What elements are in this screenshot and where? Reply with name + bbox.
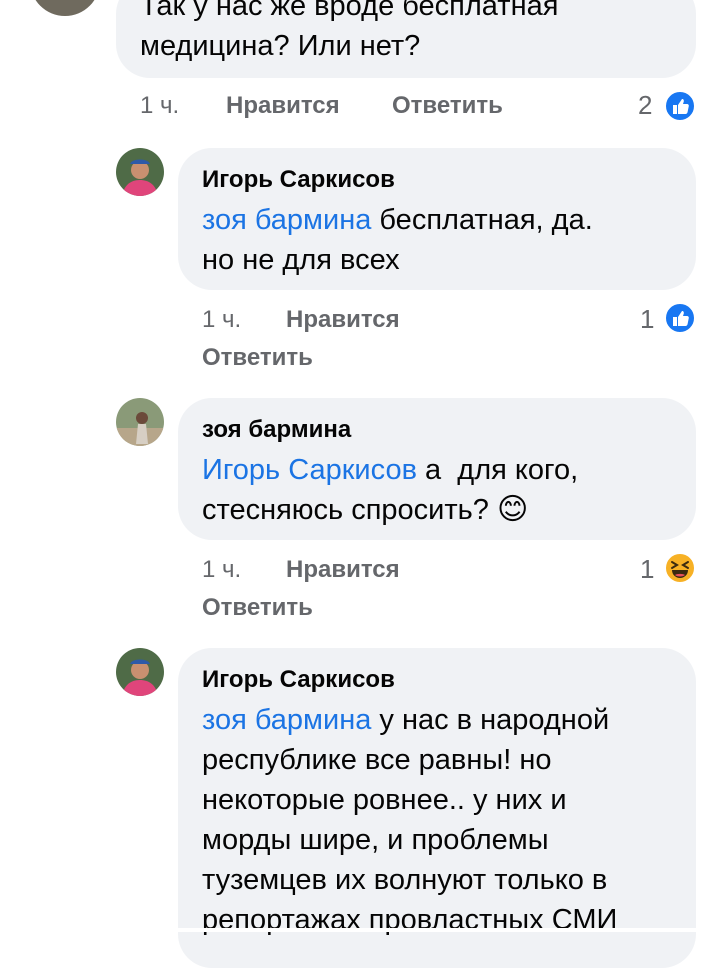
reaction-count[interactable]: 1 (640, 554, 654, 585)
avatar-image (116, 398, 164, 446)
avatar[interactable] (116, 148, 164, 196)
divider (0, 928, 720, 932)
mention-link[interactable]: Игорь Саркисов (202, 454, 417, 486)
comment-author[interactable]: Игорь Саркисов (202, 666, 395, 694)
comment-text-line: стесняюсь спросить? 😊 (202, 490, 682, 530)
comment-text-line: морды шире, и проблемы (202, 824, 549, 856)
comment-text-fragment: а для кого, (416, 454, 579, 486)
avatar[interactable] (116, 398, 164, 446)
comment-text-fragment: у нас в народной (371, 704, 610, 736)
comment-text: Игорь Саркисов а для кого, стесняюсь спр… (202, 450, 682, 530)
comment-author[interactable]: зоя бармина (202, 416, 351, 444)
like-button[interactable]: Нравится (286, 556, 400, 584)
comment-text: зоя бармина бесплатная, да. но не для вс… (202, 200, 682, 280)
avatar-image (116, 148, 164, 196)
comment-text: Так у нас же вроде бесплатная медицина? … (140, 0, 680, 66)
avatar-image (116, 648, 164, 696)
reaction-count[interactable]: 1 (640, 304, 654, 335)
comment-text-line: туземцев их волнуют только в (202, 864, 608, 896)
mention-link[interactable]: зоя бармина (202, 704, 371, 736)
comment-text-line: Так у нас же вроде бесплатная (140, 0, 559, 22)
comment-text-line: зоя бармина у нас в народной (202, 700, 682, 740)
avatar[interactable] (116, 648, 164, 696)
smile-emoji: 😊 (496, 493, 529, 526)
reaction-count[interactable]: 2 (638, 90, 652, 121)
comment-time[interactable]: 1 ч. (202, 306, 241, 334)
comment-text: зоя бармина у нас в народной республике … (202, 700, 682, 940)
haha-icon[interactable] (664, 552, 696, 584)
reply-button[interactable]: Ответить (202, 344, 313, 372)
comment-text-line: некоторые ровнее.. у них и (202, 784, 567, 816)
comment-author[interactable]: Игорь Саркисов (202, 166, 395, 194)
comment-text-fragment: стесняюсь спросить? (202, 494, 489, 526)
like-button[interactable]: Нравится (286, 306, 400, 334)
comment-text-line: Игорь Саркисов а для кого, (202, 450, 682, 490)
comment-time[interactable]: 1 ч. (202, 556, 241, 584)
comment-text-line: но не для всех (202, 244, 400, 276)
comment-text-line: репортажах провластных СМИ (202, 904, 618, 936)
like-button[interactable]: Нравится (226, 92, 340, 120)
avatar[interactable] (30, 0, 100, 16)
like-icon[interactable] (664, 302, 696, 334)
like-icon[interactable] (664, 90, 696, 122)
mention-link[interactable]: зоя бармина (202, 204, 371, 236)
comment-time[interactable]: 1 ч. (140, 92, 179, 120)
reply-button[interactable]: Ответить (392, 92, 503, 120)
comment-text-line: зоя бармина бесплатная, да. (202, 200, 682, 240)
reply-button[interactable]: Ответить (202, 594, 313, 622)
comment-text-fragment: бесплатная, да. (371, 204, 593, 236)
comment-text-line: медицина? Или нет? (140, 30, 421, 62)
comment-text-line: республике все равны! но (202, 744, 552, 776)
